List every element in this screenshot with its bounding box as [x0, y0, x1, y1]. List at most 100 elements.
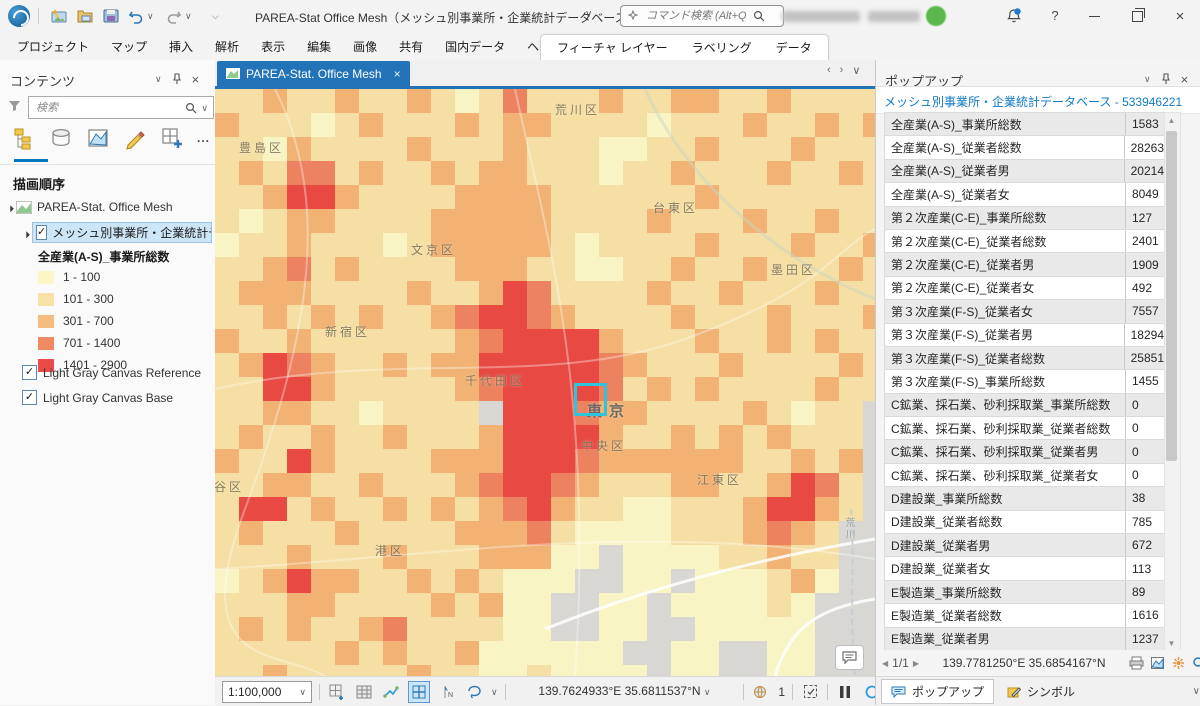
attribute-row[interactable]: 全産業(A-S)_従業者男20214	[885, 160, 1164, 183]
new-project-icon[interactable]	[50, 8, 68, 24]
popup-indicator-button[interactable]	[835, 645, 864, 670]
account-avatar[interactable]	[926, 6, 946, 26]
pause-drawing-icon[interactable]	[835, 682, 855, 702]
ribbon-tab-6[interactable]: 画像	[342, 38, 388, 55]
list-by-drawing-order-icon[interactable]	[12, 126, 36, 150]
ribbon-tab-8[interactable]: 国内データ	[434, 38, 516, 55]
layer-visibility-checkbox[interactable]: ✓	[36, 225, 47, 240]
list-by-selection-icon[interactable]	[86, 126, 110, 150]
scroll-up-icon[interactable]: ▲	[1165, 116, 1178, 125]
attribute-row[interactable]: 第２次産業(C-E)_従業者女492	[885, 277, 1164, 300]
contextual-tab-0[interactable]: フィーチャ レイヤー	[545, 39, 680, 56]
close-tab-icon[interactable]: ×	[394, 67, 401, 81]
attribute-row[interactable]: 全産業(A-S)_事業所総数1583	[885, 113, 1164, 136]
scroll-tabs-left-icon[interactable]: ‹	[827, 64, 831, 77]
attribute-row[interactable]: C鉱業、採石業、砂利採取業_従業者女0	[885, 464, 1164, 487]
attribute-row[interactable]: D建設業_事業所総数38	[885, 487, 1164, 510]
open-maps-icon[interactable]	[751, 682, 771, 702]
ribbon-tab-1[interactable]: マップ	[100, 38, 158, 55]
redo-dropdown-chevron[interactable]: ∨	[185, 8, 192, 24]
more-views-ellipsis[interactable]: ...	[197, 131, 210, 145]
magnifier-icon[interactable]	[1192, 656, 1200, 670]
coords-dropdown-chevron[interactable]: ∨	[704, 687, 711, 697]
map-view-tab[interactable]: PAREA-Stat. Office Mesh ×	[217, 61, 410, 86]
scroll-down-icon[interactable]: ▼	[1165, 639, 1178, 648]
attribute-row[interactable]: 第３次産業(F-S)_従業者男18294	[885, 324, 1164, 347]
close-pane-icon[interactable]: ×	[1181, 72, 1189, 87]
print-icon[interactable]	[1129, 656, 1144, 670]
attribute-row[interactable]: E製造業_従業者男1237	[885, 628, 1164, 651]
ribbon-tab-0[interactable]: プロジェクト	[6, 38, 100, 55]
ribbon-tab-5[interactable]: 編集	[296, 38, 342, 55]
contextual-tab-1[interactable]: ラベリング	[680, 39, 764, 56]
tree-item-layer[interactable]: ✓ メッシュ別事業所・企業統計デー...	[22, 222, 212, 243]
layer-visibility-checkbox[interactable]: ✓	[22, 390, 37, 405]
expander-triangle-icon[interactable]	[19, 227, 30, 238]
map-canvas[interactable]: 荒川区豊島区台東区文京区墨田区新宿区千代田区東京中央区江東区渋谷区港区荒川	[215, 89, 875, 676]
undo-dropdown-chevron[interactable]: ∨	[147, 8, 154, 24]
next-feature-icon[interactable]: ▶	[913, 659, 919, 668]
contents-search-input[interactable]	[34, 101, 181, 115]
ribbon-tab-2[interactable]: 挿入	[158, 38, 204, 55]
list-by-data-source-icon[interactable]	[49, 126, 73, 150]
help-button[interactable]: ?	[1040, 8, 1070, 23]
attribute-row[interactable]: 第３次産業(F-S)_従業者総数25851	[885, 347, 1164, 370]
filter-funnel-icon[interactable]	[8, 99, 21, 112]
restore-button[interactable]	[1117, 0, 1157, 32]
pane-menu-chevron[interactable]: ∨	[155, 71, 162, 87]
attribute-row[interactable]: E製造業_事業所総数89	[885, 581, 1164, 604]
attribute-row[interactable]: D建設業_従業者女113	[885, 557, 1164, 580]
selection-extent-icon[interactable]	[800, 682, 820, 702]
notifications-bell-icon[interactable]	[1005, 7, 1023, 25]
close-button[interactable]: ×	[1160, 0, 1200, 32]
grid-icon[interactable]	[354, 682, 374, 702]
attribute-row[interactable]: 第３次産業(F-S)_従業者女7557	[885, 300, 1164, 323]
scrollbar-thumb[interactable]	[1166, 131, 1177, 461]
open-project-icon[interactable]	[76, 8, 94, 24]
lasso-select-icon[interactable]	[464, 682, 484, 702]
north-arrow-icon[interactable]: N	[437, 682, 457, 702]
table-scrollbar[interactable]: ▲ ▼	[1164, 112, 1181, 652]
selected-layer-row[interactable]: ✓ メッシュ別事業所・企業統計デー...	[32, 222, 212, 243]
minimize-button[interactable]	[1074, 0, 1114, 32]
attribute-row[interactable]: E製造業_従業者総数1616	[885, 604, 1164, 627]
add-graticule-icon[interactable]	[327, 682, 347, 702]
attribute-row[interactable]: 全産業(A-S)_従業者女8049	[885, 183, 1164, 206]
expander-triangle-icon[interactable]	[3, 202, 14, 213]
basemap-layer-row[interactable]: ✓Light Gray Canvas Reference	[22, 360, 201, 385]
basemap-layer-row[interactable]: ✓Light Gray Canvas Base	[22, 385, 201, 410]
pin-icon[interactable]	[172, 73, 182, 85]
customize-toolbar-chevron[interactable]: ⌵	[212, 8, 219, 24]
dock-tab-symbol[interactable]: シンボル	[998, 680, 1084, 703]
attribute-row[interactable]: 第２次産業(C-E)_従業者男1909	[885, 253, 1164, 276]
attribute-row[interactable]: 全産業(A-S)_従業者総数28263	[885, 136, 1164, 159]
pin-icon[interactable]	[1161, 73, 1171, 85]
close-pane-icon[interactable]: ×	[192, 72, 200, 87]
snap-to-center-icon[interactable]	[408, 681, 430, 703]
redo-button[interactable]	[166, 8, 184, 24]
attribute-row[interactable]: C鉱業、採石業、砂利採取業_事業所総数0	[885, 394, 1164, 417]
ribbon-tab-3[interactable]: 解析	[204, 38, 250, 55]
scroll-tabs-right-icon[interactable]: ›	[840, 64, 844, 77]
command-search-input[interactable]	[644, 9, 748, 23]
tab-list-chevron[interactable]: ∨	[852, 64, 860, 77]
add-data-icon[interactable]	[160, 126, 184, 150]
save-project-icon[interactable]	[102, 8, 120, 24]
undo-button[interactable]	[128, 8, 146, 24]
tools-dropdown-chevron[interactable]: ∨	[491, 684, 498, 700]
zoom-to-feature-icon[interactable]	[1150, 656, 1165, 670]
search-dropdown-chevron[interactable]: ∨	[201, 100, 208, 116]
command-search-box[interactable]	[620, 5, 784, 27]
tree-item-map[interactable]: PAREA-Stat. Office Mesh	[6, 200, 173, 214]
attribute-row[interactable]: D建設業_従業者男672	[885, 534, 1164, 557]
dock-options-chevron[interactable]: ∨	[1193, 686, 1200, 697]
attribute-row[interactable]: C鉱業、採石業、砂利採取業_従業者総数0	[885, 417, 1164, 440]
list-by-editing-icon[interactable]	[123, 126, 147, 150]
attribute-row[interactable]: 第２次産業(C-E)_従業者総数2401	[885, 230, 1164, 253]
ribbon-tab-7[interactable]: 共有	[388, 38, 434, 55]
map-scale-combo[interactable]: 1:100,000 ∨	[222, 681, 312, 703]
attribute-row[interactable]: C鉱業、採石業、砂利採取業_従業者男0	[885, 440, 1164, 463]
attribute-row[interactable]: 第３次産業(F-S)_事業所総数1455	[885, 370, 1164, 393]
pane-menu-chevron[interactable]: ∨	[1144, 71, 1151, 87]
attribute-row[interactable]: 第２次産業(C-E)_事業所総数127	[885, 207, 1164, 230]
